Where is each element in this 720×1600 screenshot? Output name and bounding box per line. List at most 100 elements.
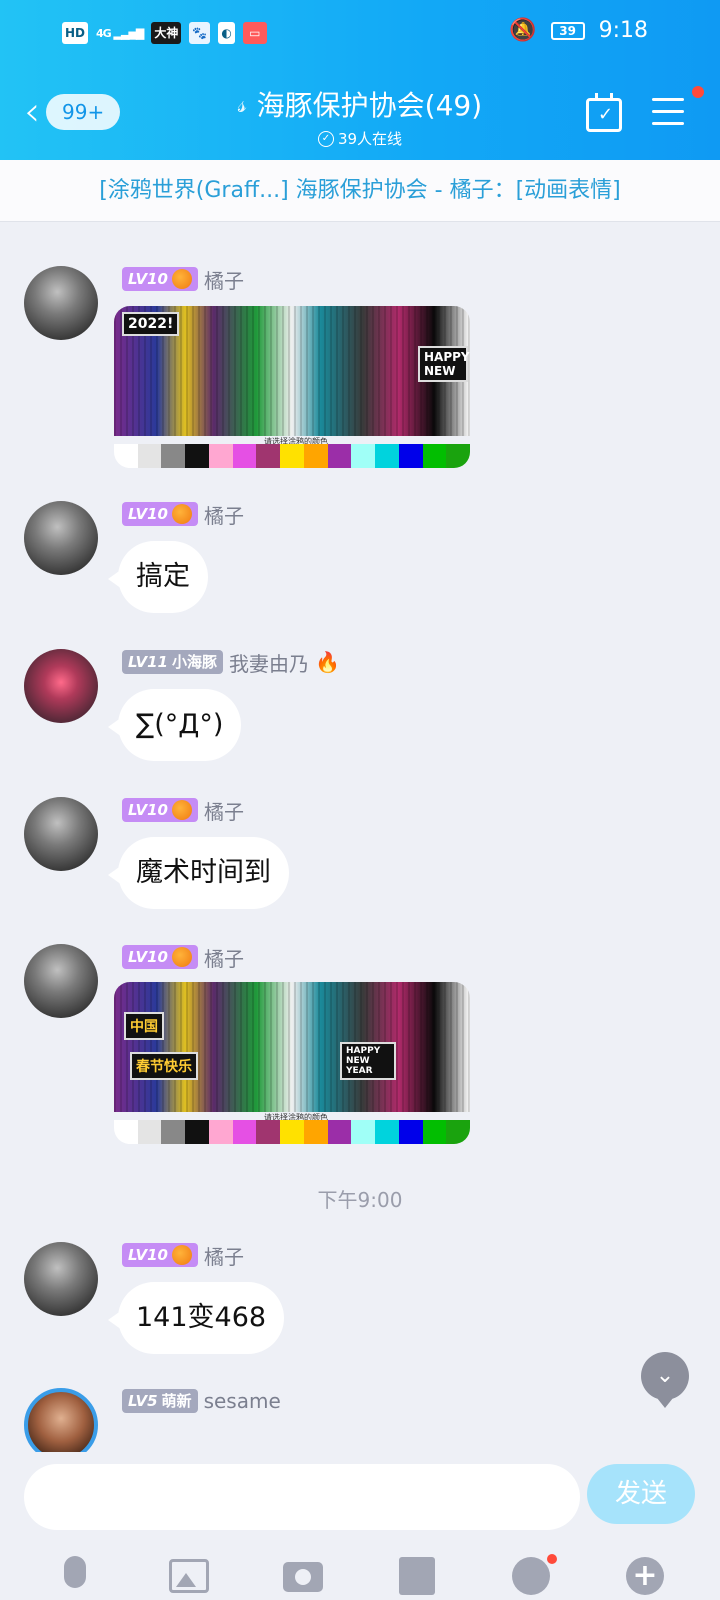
sender-name: 我妻由乃 (229, 651, 309, 676)
message-bubble[interactable]: 搞定 (108, 541, 208, 613)
sender-meta: LV10 橘子 (122, 797, 244, 824)
menu-icon[interactable] (652, 98, 684, 128)
battery-icon: 39 (550, 21, 585, 40)
orange-icon (171, 504, 192, 524)
sender-name: 橘子 (203, 268, 244, 293)
calendar-check-icon[interactable]: ✓ (586, 93, 622, 132)
avatar[interactable] (24, 649, 98, 723)
time-divider: 下午9:00 (317, 1188, 403, 1212)
palette-swatch (161, 444, 186, 468)
sender-meta: LV10 橘子 (122, 266, 244, 293)
palette-swatch (351, 444, 376, 468)
ear-icon: 𝓈 (237, 90, 247, 118)
pixel-label: HAPPY NEW (418, 346, 470, 382)
palette-swatch (114, 1120, 138, 1144)
pixel-label: 中国 (124, 1012, 164, 1040)
palette-swatch (137, 1120, 162, 1144)
pixel-label: HAPPY NEW YEAR (340, 1042, 396, 1080)
palette-swatch (256, 444, 281, 468)
palette-swatch (161, 1120, 186, 1144)
message-input[interactable] (24, 1464, 580, 1530)
plus-icon[interactable]: + (621, 1552, 669, 1600)
camera-icon[interactable] (279, 1552, 327, 1600)
composer: 发送 + (0, 1452, 720, 1600)
palette-swatch (375, 1120, 399, 1144)
palette-swatch (208, 444, 233, 468)
avatar[interactable] (24, 1242, 98, 1316)
level-text: LV5 (128, 1392, 158, 1410)
signal-icon: 4G ▂▃▅▇ (96, 26, 144, 40)
avatar[interactable] (24, 501, 98, 575)
orange-icon (171, 1245, 192, 1265)
emoji-notification-dot (547, 1554, 557, 1564)
status-left-icons: HD 4G ▂▃▅▇ 大神 🐾 ◐ ▭ (62, 22, 267, 44)
online-count: 39人在线 (337, 130, 403, 148)
send-button[interactable]: 发送 (587, 1464, 695, 1524)
emoji-icon[interactable] (507, 1552, 557, 1600)
palette-swatch (422, 1120, 447, 1144)
palette-swatch (446, 1120, 470, 1144)
unread-count-badge: 99+ (46, 94, 121, 130)
orange-icon (171, 947, 192, 967)
sender-name: 橘子 (203, 799, 244, 824)
group-title-area[interactable]: 𝓈 海豚保护协会(49) ✓ 39人在线 (200, 84, 520, 149)
red-packet-icon[interactable] (393, 1552, 441, 1600)
level-text: LV10 (128, 505, 168, 523)
palette-swatch (232, 1120, 257, 1144)
palette-swatch (327, 444, 352, 468)
palette-swatch (280, 1120, 304, 1144)
palette-swatch (398, 444, 423, 468)
message-bubble[interactable]: ∑(°Д°) (107, 689, 242, 761)
palette-swatch (375, 444, 399, 468)
palette-swatch (185, 444, 209, 468)
image-message[interactable]: 中国 春节快乐 HAPPY NEW YEAR 请选择涂鸦的颜色 (114, 982, 470, 1144)
level-badge: LV10 (122, 798, 198, 822)
palette-swatch (303, 1120, 328, 1144)
composer-toolbar: + (0, 1552, 720, 1600)
level-badge: LV10 (122, 267, 198, 291)
avatar[interactable] (24, 1388, 98, 1452)
hd-icon: HD (62, 22, 89, 44)
palette-swatch (327, 1120, 352, 1144)
clock: 9:18 (598, 18, 648, 43)
microphone-icon[interactable] (51, 1552, 99, 1600)
palette-swatch (422, 444, 447, 468)
level-text: LV10 (128, 1246, 168, 1264)
message-bubble[interactable]: 141变468 (107, 1282, 285, 1354)
level-badge: LV10 (122, 502, 198, 526)
pixel-art-image (114, 982, 470, 1112)
image-message[interactable]: 2022! HAPPY NEW 请选择涂鸦的颜色 (114, 306, 470, 468)
image-icon[interactable] (165, 1552, 213, 1600)
online-check-icon: ✓ (317, 130, 334, 147)
palette-swatch (351, 1120, 376, 1144)
palette-swatch (137, 444, 162, 468)
notice-bar[interactable]: [涂鸦世界(Graff...] 海豚保护协会 - 橘子：[动画表情] (0, 160, 720, 222)
palette-swatch (446, 444, 470, 468)
sender-name: sesame (203, 1389, 281, 1413)
palette-swatch (398, 1120, 423, 1144)
sender-meta: LV11 小海豚 我妻由乃 🔥 (122, 649, 340, 676)
pixel-label: 2022! (122, 312, 180, 336)
member-title: 萌新 (161, 1392, 192, 1410)
avatar[interactable] (24, 797, 98, 871)
sender-meta: LV10 橘子 (122, 501, 244, 528)
menu-notification-dot (692, 86, 704, 98)
level-text: LV10 (128, 270, 168, 288)
level-text: LV10 (128, 801, 168, 819)
network-type: 4G (96, 26, 112, 40)
sender-meta: LV5 萌新 sesame (122, 1388, 281, 1414)
scroll-to-bottom-button[interactable]: ⌄ (641, 1352, 689, 1408)
palette-swatch (185, 1120, 209, 1144)
color-palette (114, 444, 470, 468)
baidu-app-icon: 🐾 (189, 22, 211, 44)
avatar[interactable] (24, 266, 98, 340)
dashen-app-icon: 大神 (151, 22, 182, 44)
message-list[interactable]: LV10 橘子 2022! HAPPY NEW 请选择涂鸦的颜色 LV10 橘子… (0, 222, 720, 1452)
palette-swatch (232, 444, 257, 468)
back-button[interactable]: ‹ 99+ (24, 92, 121, 132)
palette-swatch (303, 444, 328, 468)
level-text: LV10 (128, 948, 168, 966)
message-bubble[interactable]: 魔术时间到 (108, 837, 289, 909)
sender-name: 橘子 (203, 1244, 244, 1269)
avatar[interactable] (24, 944, 98, 1018)
